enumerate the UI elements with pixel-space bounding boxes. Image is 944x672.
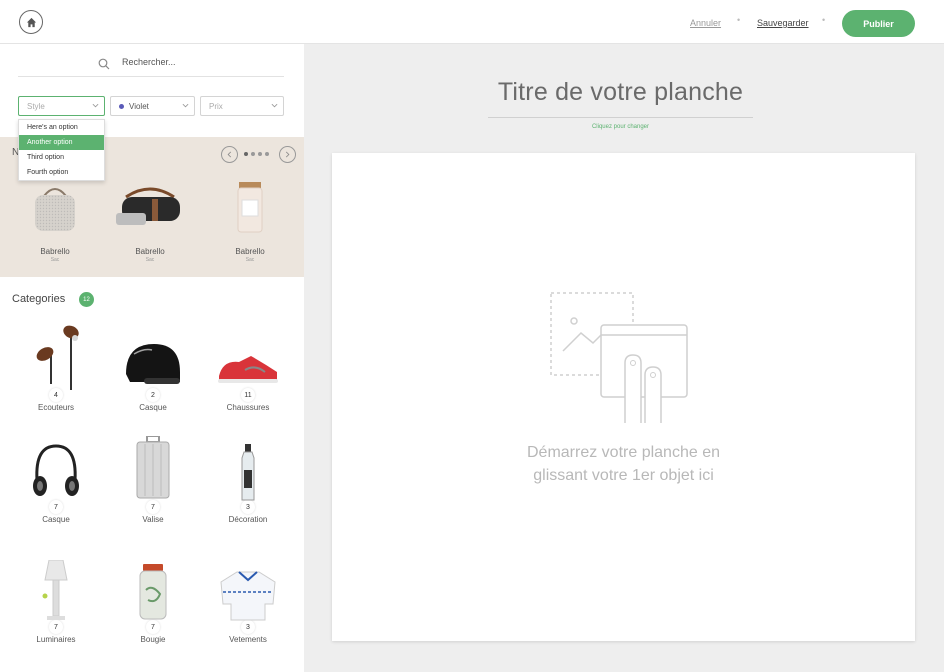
featured-item-name: Babrello — [235, 247, 265, 256]
price-select[interactable]: Prix — [200, 96, 284, 116]
suitcase-icon — [136, 436, 170, 499]
category-item[interactable]: 7 Luminaires — [16, 556, 96, 644]
category-name: Valise — [142, 515, 164, 524]
categories-title: Categories — [12, 293, 66, 305]
drop-text-line: Démarrez votre planche en — [527, 444, 720, 461]
carousel-dot[interactable] — [244, 152, 248, 156]
home-icon — [26, 17, 36, 27]
sweater-icon — [220, 571, 276, 621]
carousel-dot[interactable] — [258, 152, 262, 156]
speaker-bag-image — [35, 188, 75, 231]
category-item[interactable]: 7 Bougie — [113, 556, 193, 644]
category-name: Décoration — [228, 515, 268, 524]
helmet-icon — [126, 344, 180, 384]
category-count: 11 — [241, 388, 255, 402]
category-item[interactable]: 2 Casque — [113, 324, 193, 412]
board-title[interactable]: Titre de votre planche — [488, 78, 753, 107]
dropdown-option[interactable]: Fourth option — [19, 165, 104, 180]
earphones-icon — [36, 325, 79, 390]
title-underline — [488, 117, 753, 118]
bottle-icon — [241, 444, 255, 501]
category-name: Casque — [42, 515, 70, 524]
category-name: Casque — [139, 403, 167, 412]
featured-item-name: Babrello — [135, 247, 165, 256]
featured-item-name: Babrello — [40, 247, 70, 256]
home-button[interactable] — [19, 10, 43, 34]
chevron-down-icon — [92, 103, 99, 108]
drag-drop-icon — [550, 292, 688, 423]
featured-item[interactable]: Babrello Sac — [210, 173, 290, 263]
category-name: Bougie — [140, 635, 166, 644]
category-count: 4 — [49, 388, 63, 402]
chevron-down-icon — [182, 103, 189, 108]
candle-image — [237, 182, 263, 233]
category-item[interactable]: 4 Ecouteurs — [16, 324, 96, 412]
top-bar: Annuler • Sauvegarder • Publier — [0, 0, 944, 44]
style-select[interactable]: Style — [18, 96, 105, 116]
category-count: 2 — [146, 388, 160, 402]
category-item[interactable]: 3 Vetements — [208, 556, 288, 644]
category-item[interactable]: 7 Casque — [16, 436, 96, 524]
duffel-bag-image — [116, 187, 180, 225]
lamp-icon — [42, 560, 68, 620]
category-name: Luminaires — [36, 635, 76, 644]
drop-placeholder-text: Démarrez votre planche en glissant votre… — [332, 441, 915, 487]
featured-item-category: Sac — [145, 257, 155, 263]
category-name: Vetements — [229, 635, 267, 644]
chevron-down-icon — [271, 103, 278, 108]
search-input[interactable] — [122, 57, 272, 67]
color-swatch — [119, 103, 124, 109]
search-bar — [18, 56, 284, 77]
jar-icon — [139, 564, 167, 620]
cancel-link[interactable]: Annuler — [690, 18, 721, 28]
featured-item[interactable]: Babrello Sac — [15, 173, 95, 263]
categories-count-badge: 12 — [79, 292, 94, 307]
save-link[interactable]: Sauvegarder — [757, 18, 809, 28]
carousel-dot[interactable] — [251, 152, 255, 156]
search-icon — [98, 58, 110, 70]
featured-item-category: Sac — [245, 257, 255, 263]
color-select[interactable]: Violet — [110, 96, 195, 116]
style-select-value: Style — [27, 101, 45, 111]
separator-dot: • — [737, 15, 741, 25]
featured-item-category: Sac — [50, 257, 60, 263]
category-count: 7 — [49, 500, 63, 514]
color-select-value: Violet — [129, 101, 149, 111]
sneaker-icon — [218, 356, 278, 383]
separator-dot: • — [822, 15, 826, 25]
category-count: 7 — [49, 620, 63, 634]
publish-button[interactable]: Publier — [842, 10, 915, 37]
sidebar: Style Violet Prix Here's an option Anoth… — [0, 44, 304, 672]
dropdown-option[interactable]: Third option — [19, 150, 104, 165]
dropdown-option-selected[interactable]: Another option — [19, 135, 104, 150]
carousel-dot[interactable] — [265, 152, 269, 156]
category-count: 7 — [146, 620, 160, 634]
category-count: 3 — [241, 620, 255, 634]
board-canvas[interactable]: Démarrez votre planche en glissant votre… — [332, 153, 915, 641]
board-editor: Titre de votre planche Cliquez pour chan… — [304, 44, 944, 672]
featured-item[interactable]: Babrello Sac — [110, 173, 190, 263]
carousel-next-button[interactable] — [279, 146, 296, 163]
headphones-icon — [33, 444, 79, 496]
style-dropdown-menu: Here's an option Another option Third op… — [18, 119, 105, 181]
price-select-value: Prix — [209, 101, 223, 111]
category-name: Chaussures — [226, 403, 270, 412]
category-name: Ecouteurs — [37, 403, 75, 412]
category-item[interactable]: 7 Valise — [113, 436, 193, 524]
carousel-prev-button[interactable] — [221, 146, 238, 163]
title-edit-hint[interactable]: Cliquez pour changer — [488, 124, 753, 130]
drop-text-line: glissant votre 1er objet ici — [533, 467, 714, 484]
carousel-dots — [244, 152, 269, 156]
category-count: 3 — [241, 500, 255, 514]
category-count: 7 — [146, 500, 160, 514]
category-item[interactable]: 11 Chaussures — [208, 324, 288, 412]
chevron-right-icon — [285, 151, 290, 158]
chevron-left-icon — [227, 151, 232, 158]
category-item[interactable]: 3 Décoration — [208, 436, 288, 524]
dropdown-option[interactable]: Here's an option — [19, 120, 104, 135]
